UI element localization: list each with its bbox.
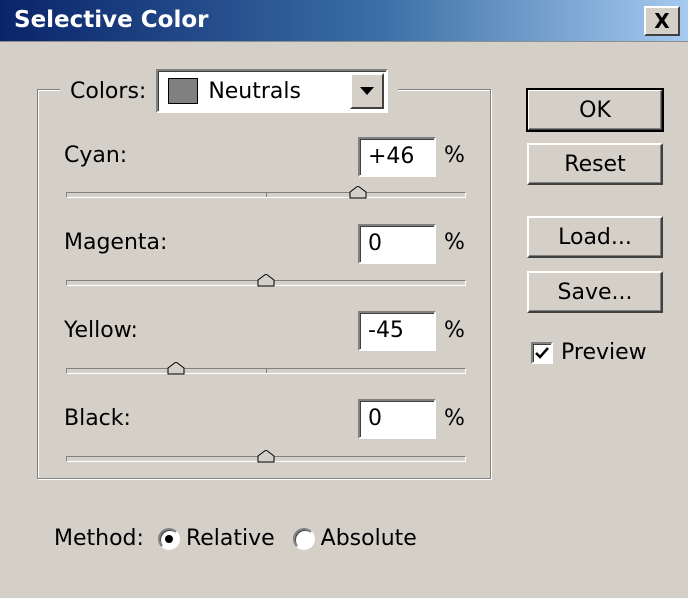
cyan-label: Cyan:: [64, 143, 128, 168]
preview-checkbox[interactable]: [531, 341, 553, 364]
yellow-percent-label: %: [444, 318, 465, 343]
yellow-slider-thumb[interactable]: [167, 362, 185, 375]
dropdown-arrow-button[interactable]: [350, 73, 385, 109]
method-label: Method:: [54, 526, 144, 551]
black-slider-thumb[interactable]: [257, 450, 275, 463]
colors-select[interactable]: Neutrals: [156, 69, 389, 113]
colors-row: Colors: Neutrals: [60, 67, 399, 115]
magenta-slider-thumb[interactable]: [257, 274, 275, 287]
reset-button[interactable]: Reset: [527, 143, 663, 185]
black-input[interactable]: 0: [358, 399, 436, 439]
preview-label: Preview: [561, 340, 647, 365]
radio-selected-dot-icon: [164, 534, 173, 543]
window-title: Selective Color: [14, 7, 209, 33]
magenta-label: Magenta:: [64, 230, 168, 255]
method-row: Method: Relative Absolute: [54, 526, 417, 551]
magenta-input[interactable]: 0: [358, 224, 436, 264]
relative-label: Relative: [185, 526, 275, 551]
colors-selected-value: Neutrals: [208, 78, 301, 104]
cyan-percent-label: %: [444, 143, 465, 168]
load-button[interactable]: Load...: [527, 216, 663, 258]
chevron-down-icon: [360, 87, 375, 95]
cyan-slider-track[interactable]: [66, 192, 466, 198]
yellow-input[interactable]: -45: [358, 311, 436, 351]
black-label: Black:: [64, 406, 131, 431]
title-bar: Selective Color X: [0, 0, 688, 42]
close-button[interactable]: X: [644, 6, 680, 36]
yellow-label: Yellow:: [64, 318, 138, 343]
absolute-radio[interactable]: [292, 527, 315, 550]
close-icon: X: [654, 9, 670, 33]
black-percent-label: %: [444, 406, 465, 431]
absolute-label: Absolute: [320, 526, 417, 551]
yellow-slider-track[interactable]: [66, 368, 466, 374]
magenta-percent-label: %: [444, 230, 465, 255]
relative-radio[interactable]: [157, 527, 180, 550]
neutral-swatch: [168, 78, 199, 104]
cyan-input[interactable]: +46: [358, 137, 436, 177]
save-button[interactable]: Save...: [527, 271, 663, 313]
colors-label: Colors:: [70, 78, 147, 104]
ok-button[interactable]: OK: [526, 88, 664, 132]
preview-option[interactable]: Preview: [531, 340, 647, 365]
cyan-slider-thumb[interactable]: [349, 186, 367, 199]
checkmark-icon: [535, 346, 549, 359]
